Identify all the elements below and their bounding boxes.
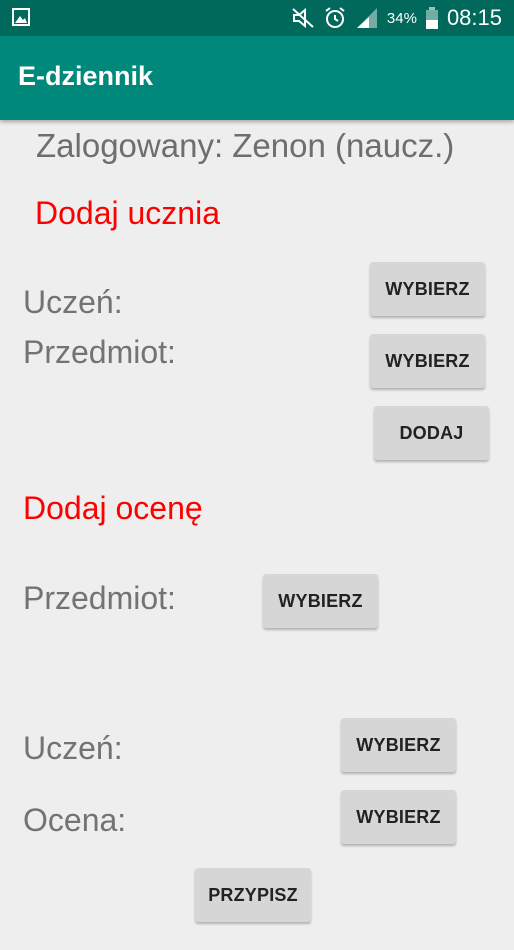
signal-icon <box>356 8 377 28</box>
status-bar: 34% 08:15 <box>0 0 514 36</box>
add-grade-choose-student-button[interactable]: WYBIERZ <box>341 718 456 772</box>
add-student-choose-subject-button[interactable]: WYBIERZ <box>370 334 485 388</box>
add-student-add-button[interactable]: DODAJ <box>374 406 489 460</box>
add-student-subject-label: Przedmiot: <box>23 334 176 370</box>
add-grade-choose-subject-button[interactable]: WYBIERZ <box>263 574 378 628</box>
status-icons: 34% 08:15 <box>291 0 502 36</box>
add-grade-subject-label: Przedmiot: <box>23 580 176 616</box>
mute-icon <box>292 7 314 29</box>
app-title: E-dziennik <box>18 61 154 91</box>
alarm-icon <box>325 7 345 28</box>
add-student-title: Dodaj ucznia <box>35 195 220 231</box>
gallery-icon <box>12 8 30 26</box>
add-grade-choose-grade-button[interactable]: WYBIERZ <box>341 790 456 844</box>
app-bar: E-dziennik <box>0 36 514 120</box>
add-grade-grade-label: Ocena: <box>23 802 127 838</box>
add-grade-title: Dodaj ocenę <box>23 490 203 526</box>
logged-in-text: Zalogowany: Zenon (naucz.) <box>36 127 455 164</box>
battery-percent: 34% <box>386 9 417 27</box>
add-grade-student-label: Uczeń: <box>23 730 123 766</box>
add-student-choose-student-button[interactable]: WYBIERZ <box>370 262 485 316</box>
clock: 08:15 <box>446 5 502 30</box>
add-student-student-label: Uczeń: <box>23 284 123 320</box>
add-grade-assign-button[interactable]: PRZYPISZ <box>195 868 311 922</box>
battery-icon <box>425 7 438 29</box>
